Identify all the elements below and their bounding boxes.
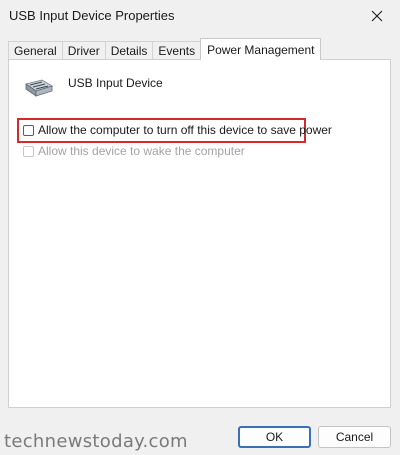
title-bar: USB Input Device Properties xyxy=(0,0,400,34)
allow-turn-off-checkbox[interactable] xyxy=(23,124,34,136)
usb-device-icon xyxy=(25,79,53,97)
allow-wake-option: Allow this device to wake the computer xyxy=(23,144,245,158)
tab-strip: General Driver Details Events Power Mana… xyxy=(8,38,322,60)
tab-details[interactable]: Details xyxy=(104,41,154,60)
watermark: technewstoday.com xyxy=(4,431,188,452)
tab-power-management[interactable]: Power Management xyxy=(200,38,322,60)
close-icon xyxy=(371,10,383,22)
allow-wake-label: Allow this device to wake the computer xyxy=(38,144,245,158)
properties-dialog: USB Input Device Properties General Driv… xyxy=(0,0,400,455)
cancel-button[interactable]: Cancel xyxy=(318,426,391,448)
ok-button[interactable]: OK xyxy=(238,426,311,448)
device-name: USB Input Device xyxy=(68,76,163,90)
allow-turn-off-label[interactable]: Allow the computer to turn off this devi… xyxy=(38,123,332,137)
allow-wake-checkbox xyxy=(23,145,34,157)
close-button[interactable] xyxy=(362,3,392,29)
tab-driver[interactable]: Driver xyxy=(61,41,106,60)
allow-turn-off-option[interactable]: Allow the computer to turn off this devi… xyxy=(23,123,332,137)
tab-general[interactable]: General xyxy=(8,41,63,60)
window-title: USB Input Device Properties xyxy=(9,8,175,23)
power-management-panel: USB Input Device Allow the computer to t… xyxy=(8,59,391,408)
tab-events[interactable]: Events xyxy=(152,41,202,60)
